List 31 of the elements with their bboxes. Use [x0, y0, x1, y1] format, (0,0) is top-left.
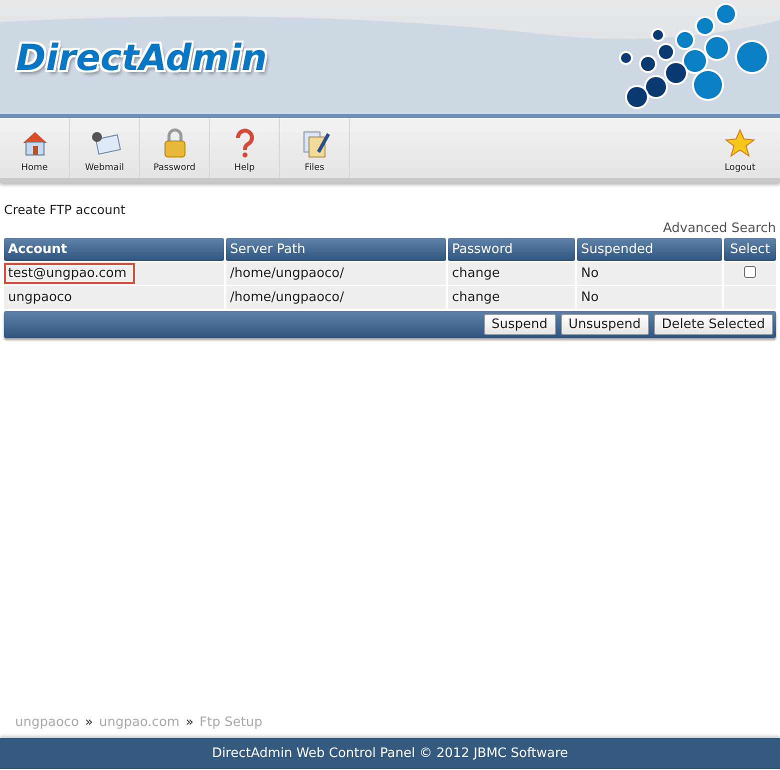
toolbar-label[interactable]: Webmail [85, 163, 124, 173]
create-account-link[interactable]: Create FTP account [4, 202, 126, 217]
table-cell: /home/ungpaoco/ [226, 286, 446, 309]
toolbar-label[interactable]: Help [234, 163, 255, 173]
toolbar-label[interactable]: Logout [724, 163, 756, 173]
table-cell: ungpaoco [4, 286, 224, 309]
toolbar-label[interactable]: Password [153, 163, 196, 173]
highlighted-account: test@ungpao.com [4, 263, 135, 284]
column-header: Suspended [577, 238, 722, 261]
table-cell: No [577, 262, 722, 285]
table-cell: No [577, 286, 722, 309]
toolbar-label[interactable]: Files [304, 163, 324, 173]
breadcrumb-separator: » [85, 715, 93, 730]
column-header: Password [448, 238, 575, 261]
action-button[interactable]: Suspend [484, 314, 556, 335]
action-button[interactable]: Unsuspend [560, 314, 649, 335]
change-password-link[interactable]: change [448, 286, 575, 309]
action-button[interactable]: Delete Selected [654, 314, 773, 335]
advanced-search-link[interactable]: Advanced Search [662, 221, 776, 236]
footer-text: DirectAdmin Web Control Panel © 2012 JBMC Software [212, 746, 568, 761]
change-password-link[interactable]: change [448, 262, 575, 285]
table-cell: /home/ungpaoco/ [226, 262, 446, 285]
toolbar-label[interactable]: Home [21, 163, 48, 173]
logo-text: DirectAdmin [16, 38, 267, 79]
select-checkbox[interactable] [744, 266, 756, 278]
star-icon[interactable] [724, 127, 756, 159]
breadcrumb-current: Ftp Setup [200, 715, 262, 730]
column-header: Server Path [226, 238, 446, 261]
column-header: Account [4, 238, 224, 261]
breadcrumb-separator: » [186, 715, 194, 730]
column-header: Select [724, 238, 776, 261]
